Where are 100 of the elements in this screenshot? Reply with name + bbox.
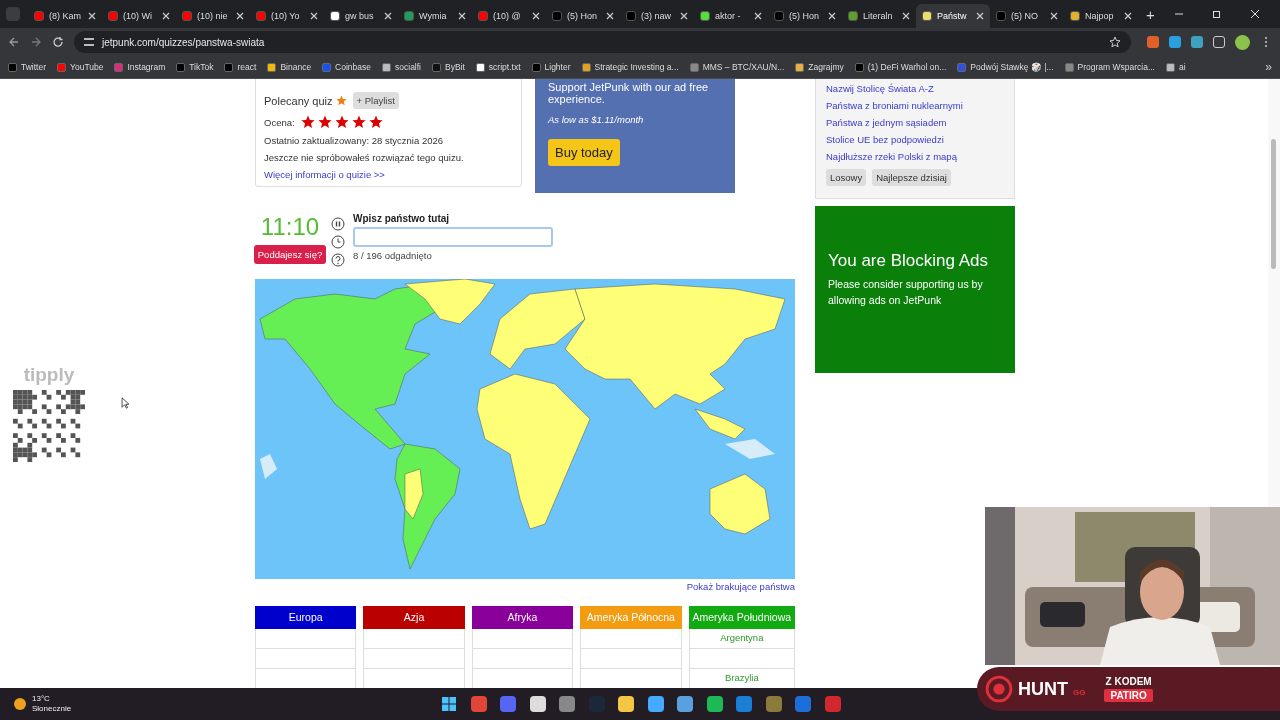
- bookmark[interactable]: Binance: [267, 62, 312, 72]
- close-icon[interactable]: [532, 12, 540, 20]
- clock-icon[interactable]: [331, 235, 345, 249]
- browser-tab[interactable]: (5) NO: [990, 4, 1064, 28]
- close-icon[interactable]: [1250, 9, 1260, 19]
- buy-button[interactable]: Buy today: [548, 139, 620, 166]
- close-icon[interactable]: [236, 12, 244, 20]
- bookmark-label[interactable]: Zagrajmy: [808, 62, 844, 72]
- bookmark-label[interactable]: Lighter: [544, 62, 571, 72]
- bookmark-label[interactable]: Binance: [280, 62, 312, 72]
- browser-tab[interactable]: aktor -: [694, 4, 768, 28]
- close-icon[interactable]: [976, 12, 984, 20]
- star-icon: [368, 115, 383, 129]
- star-icon: [351, 115, 366, 129]
- close-icon[interactable]: [902, 12, 910, 20]
- bookmark[interactable]: Lighter: [531, 62, 571, 72]
- close-icon[interactable]: [88, 12, 96, 20]
- bookmark[interactable]: Instagram: [114, 62, 166, 72]
- browser-tab[interactable]: (10) nie: [176, 4, 250, 28]
- bookmark[interactable]: ByBit: [432, 62, 465, 72]
- bookmark-label[interactable]: react: [237, 62, 257, 72]
- new-tab-button[interactable]: +: [1138, 5, 1163, 23]
- weather-label: Słonecznie: [32, 704, 72, 714]
- close-icon[interactable]: [680, 12, 688, 20]
- help-icon[interactable]: [331, 253, 345, 267]
- updated-date: Ostatnio zaktualizowany: 28 stycznia 2026: [264, 135, 444, 146]
- bookmark[interactable]: Coinbase: [322, 62, 372, 72]
- promo-text: Support JetPunk with our ad free experience.: [548, 81, 710, 105]
- bookmark[interactable]: Zagrajmy: [795, 62, 844, 72]
- browser-tab[interactable]: (5) Hon: [768, 4, 842, 28]
- browser-tab[interactable]: (3) naw: [620, 4, 694, 28]
- playlist-button[interactable]: + Playlist: [352, 92, 399, 109]
- timer: 11:10: [260, 213, 320, 241]
- close-icon[interactable]: [162, 12, 170, 20]
- bookmark[interactable]: script.txt: [475, 62, 521, 72]
- bookmark[interactable]: YouTube: [57, 62, 104, 72]
- browser-tab[interactable]: Wymia: [398, 4, 472, 28]
- bookmark-label[interactable]: YouTube: [70, 62, 104, 72]
- browser-tab[interactable]: (8) Kam: [28, 4, 102, 28]
- bookmark-label[interactable]: Instagram: [127, 62, 166, 72]
- windows-icon[interactable]: [441, 696, 457, 712]
- browser-tab[interactable]: Najpop: [1064, 4, 1138, 28]
- quiz-link[interactable]: Państwa z broniami nuklearnymi: [826, 100, 1004, 111]
- close-icon[interactable]: [310, 12, 318, 20]
- browser-tab[interactable]: (5) Hon: [546, 4, 620, 28]
- bookmark-label[interactable]: Twitter: [21, 62, 47, 72]
- close-icon[interactable]: [828, 12, 836, 20]
- bookmark-label[interactable]: ai: [1178, 62, 1186, 72]
- browser-tab[interactable]: (10) Wi: [102, 4, 176, 28]
- quiz-link[interactable]: Stolice UE bez podpowiedzi: [826, 134, 1004, 145]
- star-icon: [317, 115, 332, 129]
- more-info-link[interactable]: Więcej informacji o quizie >>: [264, 169, 513, 180]
- star-icon: [300, 115, 315, 129]
- close-icon[interactable]: [384, 12, 392, 20]
- pause-icon[interactable]: [331, 217, 345, 231]
- close-icon[interactable]: [1050, 12, 1058, 20]
- close-icon[interactable]: [754, 12, 762, 20]
- bookmark[interactable]: socialfi: [382, 62, 421, 72]
- browser-tab[interactable]: (10) Yo: [250, 4, 324, 28]
- browser-tab[interactable]: gw bus: [324, 4, 398, 28]
- more-bookmarks-button[interactable]: »: [1265, 60, 1272, 74]
- app-icon[interactable]: [706, 696, 723, 712]
- extensions-icon[interactable]: [1213, 36, 1225, 48]
- bookmark-label[interactable]: Coinbase: [335, 62, 372, 72]
- browser-tab[interactable]: Państw: [916, 4, 990, 28]
- back-icon[interactable]: [8, 36, 20, 48]
- bookmark[interactable]: react: [224, 62, 257, 72]
- extension-icon[interactable]: [1147, 36, 1159, 48]
- extension-icon[interactable]: [1191, 36, 1203, 48]
- address-bar[interactable]: jetpunk.com/quizzes/panstwa-swiata: [74, 31, 1131, 53]
- bookmark[interactable]: Twitter: [8, 62, 47, 72]
- close-icon[interactable]: [458, 12, 466, 20]
- browser-tab[interactable]: Literaln: [842, 4, 916, 28]
- bookmark[interactable]: TikTok: [176, 62, 214, 72]
- close-icon[interactable]: [1124, 12, 1132, 20]
- give-up-button[interactable]: Poddajesz się?: [253, 245, 327, 264]
- column-header: Azja: [363, 606, 465, 629]
- app-icon[interactable]: [529, 696, 546, 712]
- reload-icon[interactable]: [52, 36, 64, 48]
- restore-icon[interactable]: [1212, 9, 1222, 19]
- browser-tab[interactable]: (10) @: [472, 4, 546, 28]
- profile-avatar[interactable]: [1235, 34, 1250, 50]
- quiz-link[interactable]: Najdłuższe rzeki Polski z mapą: [826, 151, 1004, 162]
- scroll-thumb[interactable]: [1271, 139, 1276, 269]
- bookmark-label[interactable]: script.txt: [488, 62, 521, 72]
- close-icon[interactable]: [606, 12, 614, 20]
- bookmark[interactable]: ai: [1165, 62, 1186, 72]
- bookmark-label[interactable]: TikTok: [189, 62, 214, 72]
- filter-button[interactable]: Losowy: [826, 169, 867, 186]
- input-label: Wpisz państwo tutaj: [353, 213, 451, 224]
- forward-icon[interactable]: [30, 36, 42, 48]
- extension-icon[interactable]: [1169, 36, 1181, 48]
- bookmark-label[interactable]: ByBit: [445, 62, 465, 72]
- answer-input[interactable]: [353, 227, 553, 247]
- quiz-link[interactable]: Nazwij Stolicę Świata A-Z: [826, 83, 1004, 94]
- filter-button[interactable]: Najlepsze dzisiaj: [872, 169, 951, 186]
- quiz-link[interactable]: Państwa z jednym sąsiadem: [826, 117, 1004, 128]
- show-missing-link[interactable]: Pokaż brakujące państwa: [686, 581, 795, 592]
- app-icon[interactable]: [647, 696, 664, 712]
- bookmark-label[interactable]: socialfi: [395, 62, 421, 72]
